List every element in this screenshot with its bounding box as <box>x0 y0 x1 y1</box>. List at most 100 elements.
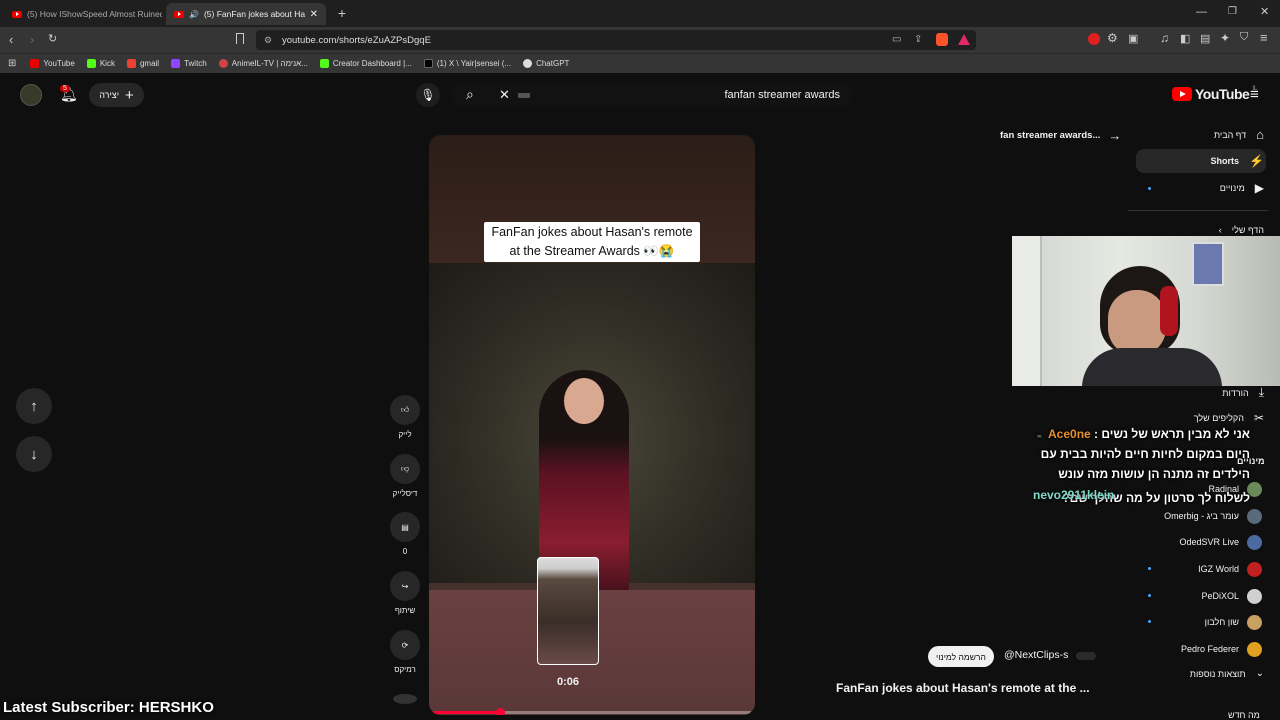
next-short-button[interactable]: ↓ <box>16 436 52 472</box>
bookmark-label: AnimeIL-TV | אנימה... <box>231 59 308 68</box>
bookmark-chatgpt[interactable]: ChatGPT <box>523 59 569 68</box>
brave-rewards-icon[interactable] <box>958 34 970 45</box>
search-input[interactable]: fanfan streamer awards <box>724 89 840 101</box>
progress-track[interactable] <box>433 708 751 715</box>
youtube-icon <box>30 59 40 68</box>
media-control-icon[interactable]: ♫ <box>1160 31 1169 45</box>
dislike-label: דיסלייק <box>392 489 418 498</box>
back-icon[interactable]: ‹ <box>9 32 13 47</box>
like-label: לייק <box>398 430 412 439</box>
extension-box-icon[interactable]: ▣ <box>1128 32 1138 45</box>
minimize-icon[interactable]: — <box>1196 6 1207 18</box>
share-button[interactable]: ↪ שיתוף <box>390 571 420 615</box>
restore-icon[interactable]: ❐ <box>1228 6 1237 17</box>
url-text: youtube.com/shorts/eZuAZPsDgqE <box>282 34 431 46</box>
chatgpt-icon <box>523 59 533 68</box>
subscription-odedsvr[interactable]: OdedSVR Live <box>1179 532 1262 552</box>
bookmark-page-icon[interactable] <box>236 33 244 44</box>
guide-subscriptions[interactable]: ▶ מינויים <box>1220 181 1264 195</box>
voice-search-icon[interactable]: 🎙︎ <box>416 83 440 107</box>
show-more-button[interactable]: ⌄ תוצאות נוספות <box>1190 668 1264 679</box>
guide-downloads[interactable]: ⤓ הורדות <box>1222 385 1264 400</box>
vpn-shield-icon[interactable]: ⛉ <box>1240 31 1248 44</box>
guide-label: הורדות <box>1222 387 1249 398</box>
tab-title: (5) FanFan jokes about Hasan's <box>203 9 305 19</box>
account-avatar[interactable] <box>20 84 42 106</box>
webcam-person-face <box>1108 290 1166 356</box>
dislike-button[interactable]: 👎︎ דיסלייק <box>390 454 420 498</box>
search-icon[interactable]: ⌕ <box>466 86 474 103</box>
channel-avatar[interactable] <box>1076 652 1096 660</box>
site-info-icon[interactable]: ⚙ <box>264 35 272 46</box>
bookmark-label: (1) X \ Yair|sensei (... <box>436 59 512 68</box>
guide-your-clips[interactable]: ✂ הקליפים שלך <box>1194 411 1264 425</box>
gmail-icon <box>126 59 136 68</box>
bookmark-creator-dashboard[interactable]: Creator Dashboard |... <box>319 59 412 68</box>
bookmark-x[interactable]: (1) X \ Yair|sensei (... <box>423 59 512 68</box>
brave-shields-icon[interactable] <box>936 33 948 46</box>
channel-thumbnail[interactable] <box>393 694 417 704</box>
close-tab-icon[interactable]: ✕ <box>310 9 318 20</box>
wallet-icon[interactable]: ▤ <box>1200 32 1210 45</box>
guide-home[interactable]: ⌂ דף הבית <box>1214 127 1264 142</box>
cast-icon[interactable]: ▭ <box>892 34 901 45</box>
subscription-shon-halavon[interactable]: שון חלבון <box>1205 612 1262 632</box>
tab-how-ishowspeed[interactable]: (5) How IShowSpeed Almost Ruined <box>4 3 162 25</box>
youtube-logo[interactable]: YouTube IL <box>1172 86 1257 102</box>
scrub-preview-thumbnail <box>537 557 599 665</box>
tab-fanfan-short[interactable]: 🔊 (5) FanFan jokes about Hasan's ✕ <box>166 3 326 25</box>
video-caption-overlay: FanFan jokes about Hasan's remote at the… <box>484 222 700 262</box>
bookmark-twitch[interactable]: Twitch <box>171 59 207 68</box>
subscription-label: עומר ביג - Omerbig <box>1164 511 1239 521</box>
address-bar[interactable]: ⚙ youtube.com/shorts/eZuAZPsDgqE ▭ ⇪ <box>256 30 976 50</box>
webcam-headphones <box>1160 286 1178 336</box>
share-label: שיתוף <box>394 606 416 615</box>
bookmark-gmail[interactable]: gmail <box>126 59 159 68</box>
apps-grid-icon[interactable]: ⊞ <box>8 58 16 69</box>
guide-shorts[interactable]: ⚡ Shorts <box>1211 154 1264 168</box>
arrow-right-icon: → <box>1108 128 1122 143</box>
subscription-igz-world[interactable]: IGZ World <box>1198 559 1262 579</box>
subscription-omerbig[interactable]: עומר ביג - Omerbig <box>1164 506 1262 526</box>
search-box[interactable]: ⌕ ✕ fanfan streamer awards <box>452 83 852 107</box>
clear-search-icon[interactable]: ✕ <box>499 87 510 103</box>
whats-new-link[interactable]: מה חדש <box>1228 710 1260 720</box>
comments-button[interactable]: ▤ 0 <box>390 512 420 556</box>
subscription-pedixol[interactable]: PeDiXOL <box>1201 586 1262 606</box>
speaker-icon: 🔊 <box>189 9 199 19</box>
comment-icon: ▤ <box>390 512 420 542</box>
like-button[interactable]: 👍︎ לייק <box>390 395 420 439</box>
subscription-pedro-federer[interactable]: Pedro Federer <box>1181 639 1262 659</box>
channel-avatar <box>1247 614 1262 630</box>
bookmark-youtube[interactable]: YouTube <box>30 59 75 68</box>
reload-icon[interactable]: ↻ <box>48 32 57 45</box>
extensions-icon[interactable]: ⚙ <box>1107 31 1118 45</box>
tab-title: (5) How IShowSpeed Almost Ruined <box>27 9 162 19</box>
subscribe-button[interactable]: הרשמה למינוי <box>928 646 994 667</box>
keyboard-icon[interactable] <box>518 93 530 98</box>
bookmark-kick[interactable]: Kick <box>86 59 115 68</box>
chat-message-text: אני לא מבין תראש של נשים <box>1101 427 1250 441</box>
kick-icon <box>86 59 96 68</box>
browser-menu-icon[interactable]: ≡ <box>1260 30 1268 45</box>
channel-name[interactable]: @NextClips-s <box>1004 649 1068 661</box>
create-button[interactable]: יצירה + <box>89 83 144 107</box>
forward-icon[interactable]: › <box>30 32 34 47</box>
guide-menu-icon[interactable]: ≡ <box>1250 86 1259 103</box>
window-close-icon[interactable]: ✕ <box>1260 5 1269 18</box>
remix-button[interactable]: ⟳ רמיקס <box>390 630 420 674</box>
new-tab-button[interactable]: + <box>334 5 350 21</box>
progress-scrubber[interactable] <box>495 708 505 715</box>
guide-label: הקליפים שלך <box>1193 413 1244 423</box>
bookmark-animeil[interactable]: AnimeIL-TV | אנימה... <box>218 59 308 68</box>
animeil-icon <box>218 59 228 68</box>
new-content-dot <box>1148 594 1151 597</box>
leo-ai-icon[interactable]: ✦ <box>1220 31 1230 45</box>
sidebar-toggle-icon[interactable]: ◧ <box>1180 32 1190 45</box>
previous-short-button[interactable]: ↑ <box>16 388 52 424</box>
extension-record-icon[interactable] <box>1088 33 1100 45</box>
guide-you[interactable]: הדף שלי › <box>1219 225 1264 235</box>
back-to-search-link[interactable]: fan streamer awards... → <box>1000 128 1121 143</box>
latest-subscriber-overlay: Latest Subscriber: HERSHKO <box>3 699 214 716</box>
share-page-icon[interactable]: ⇪ <box>914 34 922 45</box>
